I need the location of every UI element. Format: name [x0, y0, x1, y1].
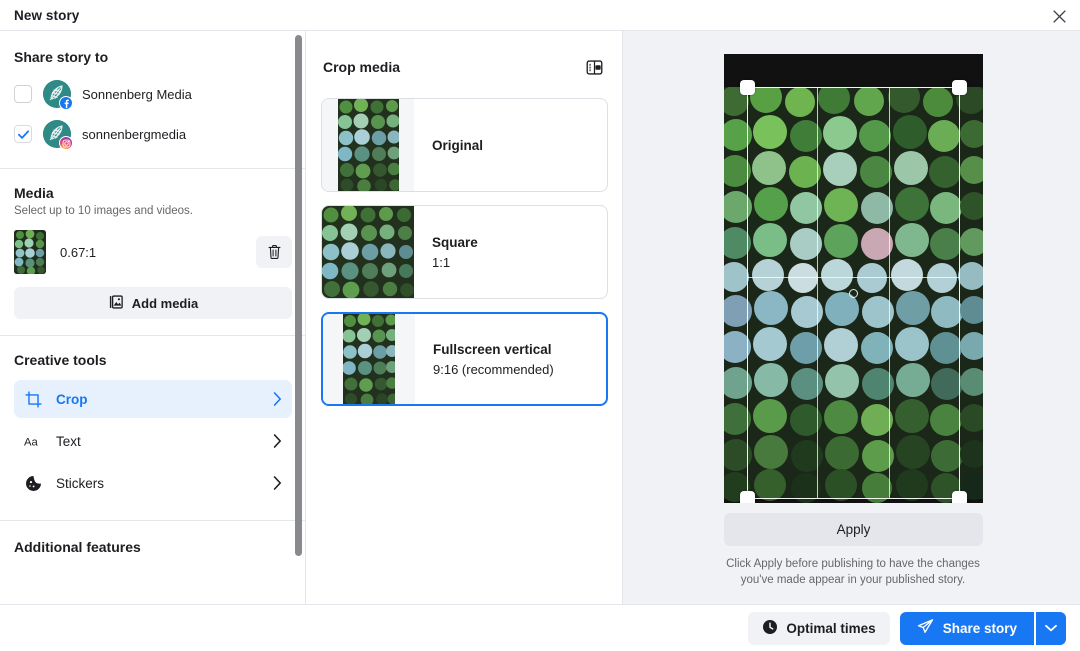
- crop-selection-overlay[interactable]: [740, 80, 967, 503]
- crop-option-thumbnail: [323, 314, 415, 404]
- crop-option-thumbnail: [322, 206, 414, 298]
- crop-option-name: Fullscreen vertical: [433, 341, 552, 357]
- account-checkbox-instagram[interactable]: [14, 125, 32, 143]
- text-icon: Aa: [24, 434, 43, 448]
- avatar: [43, 120, 73, 150]
- sidebar-item-label: Stickers: [56, 475, 105, 491]
- apply-hint: Click Apply before publishing to have th…: [683, 556, 1023, 588]
- crop-media-header: Crop media: [307, 31, 622, 79]
- sidebar-scrollbar[interactable]: [295, 35, 302, 556]
- new-story-dialog: New story Share story to Sonnenberg Medi…: [0, 0, 1080, 651]
- svg-text:Aa: Aa: [24, 436, 38, 448]
- preview-pane: Apply Click Apply before publishing to h…: [623, 31, 1080, 604]
- sidebar-item-crop[interactable]: Crop: [14, 380, 292, 418]
- avatar: [43, 80, 73, 110]
- optimal-times-label: Optimal times: [786, 620, 876, 636]
- crop-option-ratio: 1:1: [432, 254, 451, 270]
- creative-tools-heading: Creative tools: [14, 352, 107, 368]
- media-heading: Media: [14, 185, 54, 201]
- additional-features-section: Additional features: [0, 521, 305, 555]
- share-story-label: Share story: [942, 620, 1017, 636]
- trash-icon[interactable]: [256, 236, 292, 268]
- panel-split-icon[interactable]: [582, 55, 606, 79]
- apply-button[interactable]: Apply: [724, 513, 983, 546]
- crop-option-square[interactable]: Square 1:1: [321, 205, 608, 299]
- sidebar-item-label: Text: [56, 433, 81, 449]
- dialog-footer: Optimal times Share story: [0, 604, 1080, 651]
- crop-media-title: Crop media: [323, 59, 401, 75]
- page-title: New story: [14, 7, 80, 23]
- crop-gridline-vertical-1: [817, 87, 819, 499]
- apply-hint-line-1: Click Apply before publishing to have th…: [726, 558, 980, 570]
- share-story-heading: Share story to: [14, 49, 109, 65]
- clock-icon: [762, 619, 778, 638]
- apply-hint-line-2: you've made appear in your published sto…: [740, 574, 966, 586]
- crop-option-fullscreen-vertical[interactable]: Fullscreen vertical 9:16 (recommended): [321, 312, 608, 406]
- left-sidebar: Share story to Sonnenberg Media sonnenbe…: [0, 31, 306, 604]
- crop-option-list: Original Square 1:1 Fullscreen vertical …: [307, 79, 622, 406]
- account-row-facebook[interactable]: Sonnenberg Media: [14, 74, 292, 114]
- add-media-label: Add media: [131, 295, 199, 311]
- crop-handle-bottom-right[interactable]: [952, 491, 967, 503]
- sidebar-scrollbar-thumb[interactable]: [295, 35, 302, 556]
- add-media-button[interactable]: Add media: [14, 287, 292, 319]
- instagram-badge-icon: [59, 136, 73, 150]
- crop-center-indicator: [849, 288, 858, 298]
- chevron-right-icon: [273, 476, 282, 490]
- media-section: Media Select up to 10 images and videos.: [0, 169, 305, 335]
- creative-tools-section: Creative tools Crop Aa Text Stickers: [0, 336, 305, 520]
- chevron-down-icon[interactable]: [1036, 611, 1066, 645]
- sidebar-item-label: Crop: [56, 391, 88, 407]
- facebook-badge-icon: [59, 96, 73, 110]
- share-story-group: Share story: [899, 611, 1066, 645]
- chevron-right-icon: [273, 392, 282, 406]
- media-aspect-ratio: 0.67:1: [60, 244, 97, 260]
- media-thumbnail[interactable]: [14, 230, 46, 274]
- optimal-times-button[interactable]: Optimal times: [748, 611, 890, 645]
- crop-option-ratio: 9:16 (recommended): [433, 361, 554, 377]
- crop-gridline-vertical-2: [888, 87, 890, 499]
- crop-media-panel: Crop media Original Square 1:1 Fullscree…: [307, 31, 623, 604]
- additional-features-heading: Additional features: [14, 539, 141, 555]
- media-subtitle: Select up to 10 images and videos.: [14, 205, 194, 217]
- media-list-item: 0.67:1: [14, 229, 292, 275]
- share-story-button[interactable]: Share story: [899, 611, 1034, 645]
- send-icon: [917, 618, 934, 638]
- crop-gridline-horizontal-2: [747, 276, 960, 278]
- image-icon: [108, 294, 124, 313]
- close-icon[interactable]: [1046, 3, 1072, 29]
- crop-handle-top-left[interactable]: [740, 80, 755, 95]
- crop-option-original[interactable]: Original: [321, 98, 608, 192]
- account-row-instagram[interactable]: sonnenbergmedia: [14, 114, 292, 154]
- chevron-right-icon: [273, 434, 282, 448]
- sidebar-item-text[interactable]: Aa Text: [14, 422, 292, 460]
- crop-handle-top-right[interactable]: [952, 80, 967, 95]
- crop-icon: [24, 390, 43, 408]
- account-checkbox-facebook[interactable]: [14, 85, 32, 103]
- share-story-section: Share story to Sonnenberg Media sonnenbe…: [0, 31, 305, 168]
- crop-option-thumbnail: [322, 99, 414, 191]
- sticker-icon: [24, 475, 43, 492]
- sidebar-item-stickers[interactable]: Stickers: [14, 464, 292, 502]
- account-name: sonnenbergmedia: [82, 126, 187, 142]
- crop-canvas[interactable]: [724, 54, 983, 503]
- crop-handle-bottom-left[interactable]: [740, 491, 755, 503]
- account-name: Sonnenberg Media: [82, 86, 192, 102]
- dialog-titlebar: New story: [0, 0, 1080, 31]
- crop-option-name: Original: [432, 137, 484, 153]
- crop-option-name: Square: [432, 234, 478, 250]
